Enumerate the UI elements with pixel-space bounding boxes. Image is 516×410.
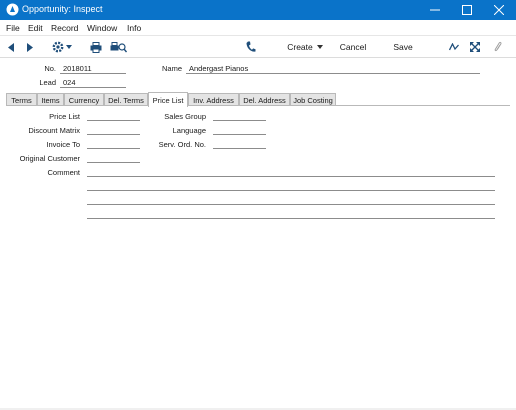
maximize-icon — [461, 5, 472, 15]
expand-button[interactable] — [469, 40, 481, 54]
comment-label: Comment — [47, 168, 80, 177]
lead-label: Lead — [39, 78, 56, 87]
serv-ord-no-field[interactable] — [213, 148, 266, 149]
menu-record[interactable]: Record — [51, 23, 78, 33]
original-customer-label: Original Customer — [19, 154, 80, 163]
price-list-label: Price List — [49, 112, 80, 121]
activity-button[interactable] — [448, 40, 460, 54]
menu-bar: File Edit Record Window Info — [0, 20, 516, 36]
create-label: Create — [287, 42, 313, 52]
expand-icon — [470, 42, 480, 52]
activity-icon — [449, 43, 459, 51]
close-icon — [493, 5, 504, 15]
paperclip-icon — [494, 41, 502, 52]
menu-info[interactable]: Info — [127, 23, 141, 33]
toolbar: Create Cancel Save — [0, 36, 516, 58]
attach-button[interactable] — [492, 40, 504, 54]
arrow-left-icon — [7, 42, 14, 52]
name-field[interactable]: Andergast Pianos — [189, 64, 248, 73]
menu-file[interactable]: File — [6, 23, 20, 33]
gear-icon — [52, 41, 64, 53]
invoice-to-field[interactable] — [87, 148, 140, 149]
maximize-button[interactable] — [451, 0, 482, 20]
invoice-to-label: Invoice To — [46, 140, 80, 149]
no-field[interactable]: 2018011 — [63, 64, 92, 73]
menu-window[interactable]: Window — [87, 23, 117, 33]
save-button[interactable]: Save — [389, 40, 417, 54]
save-label: Save — [393, 42, 413, 52]
minimize-button[interactable] — [419, 0, 450, 20]
lead-field-underline — [60, 87, 126, 88]
serv-ord-no-label: Serv. Ord. No. — [158, 140, 206, 149]
title-bar: Opportunity: Inspect — [0, 0, 516, 20]
call-button[interactable] — [244, 40, 258, 54]
previous-record-button[interactable] — [6, 40, 16, 54]
comment-line-3[interactable] — [87, 204, 495, 205]
minimize-icon — [429, 9, 440, 11]
app-logo-icon — [6, 3, 19, 16]
chevron-down-icon — [316, 45, 323, 49]
print-preview-button[interactable] — [109, 40, 127, 54]
print-preview-icon — [110, 41, 127, 52]
original-customer-field[interactable] — [87, 162, 140, 163]
print-button[interactable] — [89, 40, 103, 54]
phone-icon — [246, 41, 256, 52]
lead-field[interactable]: 024 — [63, 78, 76, 87]
tab-divider — [6, 105, 510, 106]
cancel-label: Cancel — [339, 42, 367, 52]
tab-price-list[interactable]: Price List — [148, 92, 188, 107]
discount-matrix-field[interactable] — [87, 134, 140, 135]
name-label: Name — [161, 64, 182, 73]
printer-icon — [90, 41, 102, 53]
no-label: No. — [44, 64, 56, 73]
language-label: Language — [172, 126, 206, 135]
no-field-underline — [60, 73, 126, 74]
sales-group-field[interactable] — [213, 120, 266, 121]
arrow-right-icon — [26, 42, 33, 52]
discount-matrix-label: Discount Matrix — [28, 126, 80, 135]
comment-line-2[interactable] — [87, 190, 495, 191]
create-menu-button[interactable]: Create — [285, 40, 325, 54]
price-list-field[interactable] — [87, 120, 140, 121]
sales-group-label: Sales Group — [164, 112, 206, 121]
chevron-down-icon — [66, 45, 72, 49]
operations-menu-button[interactable] — [51, 40, 73, 54]
comment-line-4[interactable] — [87, 218, 495, 219]
name-field-underline — [186, 73, 480, 74]
close-button[interactable] — [483, 0, 514, 20]
next-record-button[interactable] — [24, 40, 34, 54]
comment-line-1[interactable] — [87, 176, 495, 177]
cancel-button[interactable]: Cancel — [336, 40, 370, 54]
window-title: Opportunity: Inspect — [22, 4, 103, 14]
language-field[interactable] — [213, 134, 266, 135]
menu-edit[interactable]: Edit — [28, 23, 43, 33]
